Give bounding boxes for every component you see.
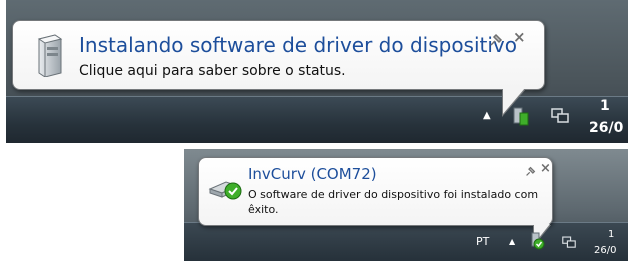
network-icon[interactable] xyxy=(562,236,576,249)
pin-icon[interactable] xyxy=(525,166,536,177)
pin-icon[interactable] xyxy=(489,33,503,47)
notification-title: InvCurv (COM72) xyxy=(248,165,377,183)
device-install-tray-icon[interactable] xyxy=(510,104,530,126)
notification-balloon-installing[interactable]: Instalando software de driver do disposi… xyxy=(12,20,545,117)
clock-date[interactable]: 26/0 xyxy=(594,245,616,256)
language-indicator[interactable]: PT xyxy=(476,235,489,248)
notification-message: O software de driver do dispositivo foi … xyxy=(248,188,539,216)
network-icon[interactable] xyxy=(551,108,569,124)
drive-success-icon xyxy=(208,181,242,200)
close-icon[interactable]: × xyxy=(540,161,551,176)
notification-title: Instalando software de driver do disposi… xyxy=(79,33,518,57)
device-install-success-tray-icon[interactable] xyxy=(529,230,545,250)
show-hidden-icons-arrow[interactable]: ▲ xyxy=(509,237,515,246)
clock-date[interactable]: 26/0 xyxy=(589,120,623,136)
notification-message: Clique aqui para saber sobre o status. xyxy=(79,63,346,79)
device-tower-icon xyxy=(37,34,63,77)
clock-time[interactable]: 1 xyxy=(600,98,610,114)
close-icon[interactable]: × xyxy=(513,28,526,46)
show-hidden-icons-arrow[interactable]: ▲ xyxy=(483,110,491,121)
notification-balloon-installed[interactable]: InvCurv (COM72) O software de driver do … xyxy=(198,157,553,247)
clock-time[interactable]: 1 xyxy=(608,229,614,240)
taskbar xyxy=(6,96,628,143)
